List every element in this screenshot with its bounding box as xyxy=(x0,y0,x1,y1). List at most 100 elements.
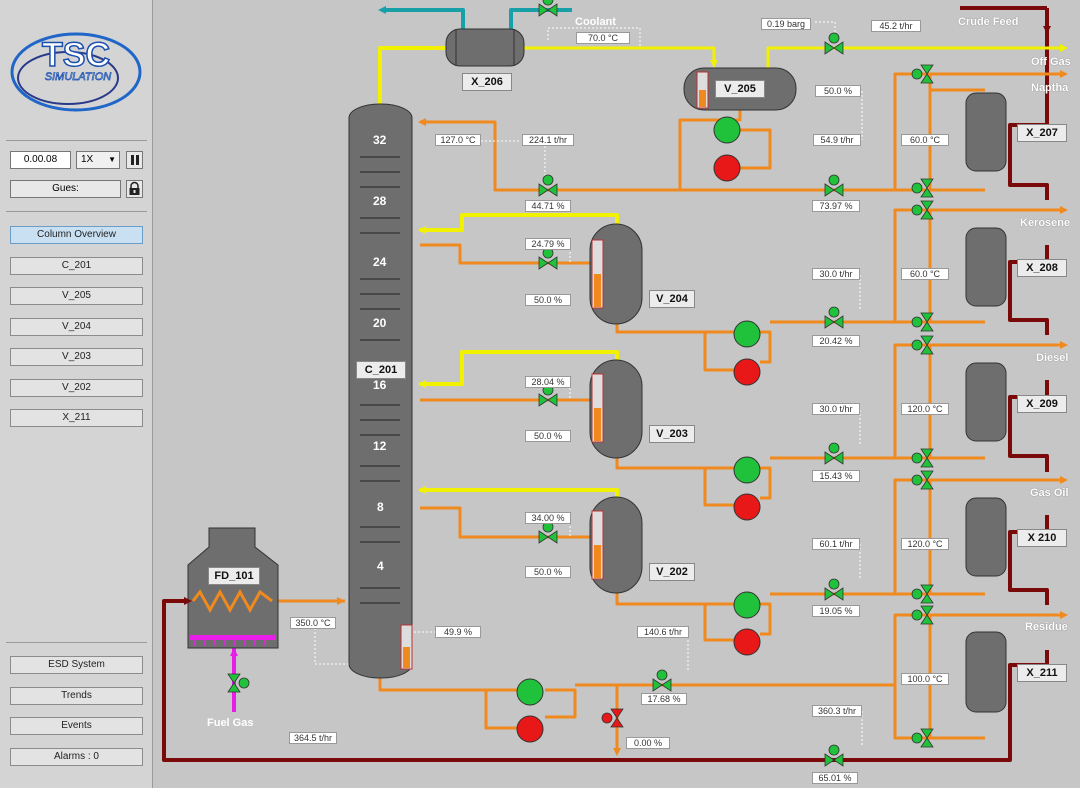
arrow-icon xyxy=(1060,341,1068,349)
exchanger-x207 xyxy=(965,92,1007,172)
pause-icon-bar xyxy=(136,155,139,165)
valve-actuator xyxy=(656,669,668,681)
nav-c201[interactable]: C_201 xyxy=(10,257,143,275)
tag-x207[interactable]: X_207 xyxy=(1017,124,1067,142)
tag-v202[interactable]: V_202 xyxy=(649,563,695,581)
valve-body xyxy=(538,3,558,17)
tsc-logo: TSC SIMULATION xyxy=(10,32,142,112)
valve-body xyxy=(824,753,844,767)
valve-actuator xyxy=(828,174,840,186)
liquid-pipe xyxy=(615,590,735,606)
user-field: Gues: xyxy=(10,180,121,198)
v204-level-fill xyxy=(594,274,601,307)
arrow-icon xyxy=(1060,476,1068,484)
valve-fuel-gas[interactable] xyxy=(227,673,250,693)
tag-fd101[interactable]: FD_101 xyxy=(208,567,260,585)
valve-body xyxy=(538,256,558,270)
pause-button[interactable] xyxy=(126,151,143,169)
x208-temp-readout: 60.0 °C xyxy=(901,268,949,280)
valve-body xyxy=(824,41,844,55)
logo-text: TSC xyxy=(42,36,110,74)
label-coolant: Coolant xyxy=(575,16,616,28)
vapor-pipe xyxy=(766,46,1060,68)
label-crude-feed: Crude Feed xyxy=(958,16,1019,28)
liquid-pipe xyxy=(760,466,772,500)
tag-v205[interactable]: V_205 xyxy=(715,80,765,98)
valve-actuator xyxy=(911,339,923,351)
valve-reflux[interactable] xyxy=(538,174,558,197)
valve-body xyxy=(824,183,844,197)
nav-x211[interactable]: X_211 xyxy=(10,409,143,427)
x209-temp-readout: 120.0 °C xyxy=(901,403,949,415)
speed-select[interactable]: 1X ▼ xyxy=(76,151,120,169)
tag-c201[interactable]: C_201 xyxy=(356,361,406,379)
v203-level-fill xyxy=(594,408,601,441)
arrow-icon xyxy=(418,226,426,234)
naptha-flow-readout: 54.9 t/hr xyxy=(813,134,861,146)
nav-v202[interactable]: V_202 xyxy=(10,379,143,397)
liquid-pipe xyxy=(378,675,520,692)
tag-x211[interactable]: X_211 xyxy=(1017,664,1067,682)
valve-naptha[interactable] xyxy=(824,174,844,197)
valve-v203-draw[interactable] xyxy=(538,384,558,407)
tag-v204[interactable]: V_204 xyxy=(649,290,695,308)
nav-v204[interactable]: V_204 xyxy=(10,318,143,336)
valves xyxy=(227,0,934,767)
valve-actuator xyxy=(828,306,840,318)
tray-number: 8 xyxy=(377,500,384,514)
divider xyxy=(6,642,147,643)
valve-actuator xyxy=(911,316,923,328)
nav-column-overview[interactable]: Column Overview xyxy=(10,226,143,244)
valve-bypass[interactable] xyxy=(601,708,624,728)
valve-actuator xyxy=(828,578,840,590)
v205-level-fill xyxy=(699,90,706,107)
pfd-diagram xyxy=(162,0,1068,767)
kero-flow-readout: 30.0 t/hr xyxy=(812,268,860,280)
valve-diesel[interactable] xyxy=(824,442,844,465)
tag-v203[interactable]: V_203 xyxy=(649,425,695,443)
esd-system-button[interactable]: ESD System xyxy=(10,656,143,674)
valve-v202-draw[interactable] xyxy=(538,521,558,544)
tag-x208[interactable]: X_208 xyxy=(1017,259,1067,277)
label-residue: Residue xyxy=(1025,621,1068,633)
label-gas-oil: Gas Oil xyxy=(1030,487,1069,499)
coolant-temp-readout: 70.0 °C xyxy=(576,32,630,44)
bottom-valve-readout: 17.68 % xyxy=(641,693,687,705)
valve-v204-draw[interactable] xyxy=(538,247,558,270)
pump-stopped xyxy=(733,358,761,386)
label-kerosene: Kerosene xyxy=(1020,217,1071,229)
valve-gasoil[interactable] xyxy=(824,578,844,601)
pump-stopped xyxy=(713,154,741,182)
events-button[interactable]: Events xyxy=(10,717,143,735)
reflux-valve-readout: 44.71 % xyxy=(525,200,571,212)
trends-button[interactable]: Trends xyxy=(10,687,143,705)
valve-actuator xyxy=(911,182,923,194)
valve-actuator xyxy=(911,452,923,464)
liquid-pipe xyxy=(703,332,735,372)
arrow-icon xyxy=(1043,26,1051,34)
liquid-pipe xyxy=(760,602,772,636)
valve-body xyxy=(824,451,844,465)
label-naptha: Naptha xyxy=(1031,82,1069,94)
vapor-pipe xyxy=(378,46,450,104)
lock-icon[interactable] xyxy=(126,180,143,198)
valve-offgas[interactable] xyxy=(824,32,844,55)
nav-v205[interactable]: V_205 xyxy=(10,287,143,305)
bottom-flow-readout: 140.6 t/hr xyxy=(637,626,689,638)
top-temp-readout: 127.0 °C xyxy=(435,134,481,146)
arrow-icon xyxy=(1060,44,1068,52)
tag-x206[interactable]: X_206 xyxy=(462,73,512,91)
tag-x210[interactable]: X 210 xyxy=(1017,529,1067,547)
valve-kero[interactable] xyxy=(824,306,844,329)
x211-temp-readout: 100.0 °C xyxy=(901,673,949,685)
valve-crude[interactable] xyxy=(824,744,844,767)
liquid-pipe xyxy=(703,468,735,507)
nav-v203[interactable]: V_203 xyxy=(10,348,143,366)
valve-bottoms[interactable] xyxy=(652,669,672,692)
tray-number: 28 xyxy=(373,194,387,208)
alarms-button[interactable]: Alarms : 0 xyxy=(10,748,143,766)
tag-x209[interactable]: X_209 xyxy=(1017,395,1067,413)
pause-icon xyxy=(131,155,134,165)
arrow-icon xyxy=(418,118,426,126)
pump-running xyxy=(733,591,761,619)
